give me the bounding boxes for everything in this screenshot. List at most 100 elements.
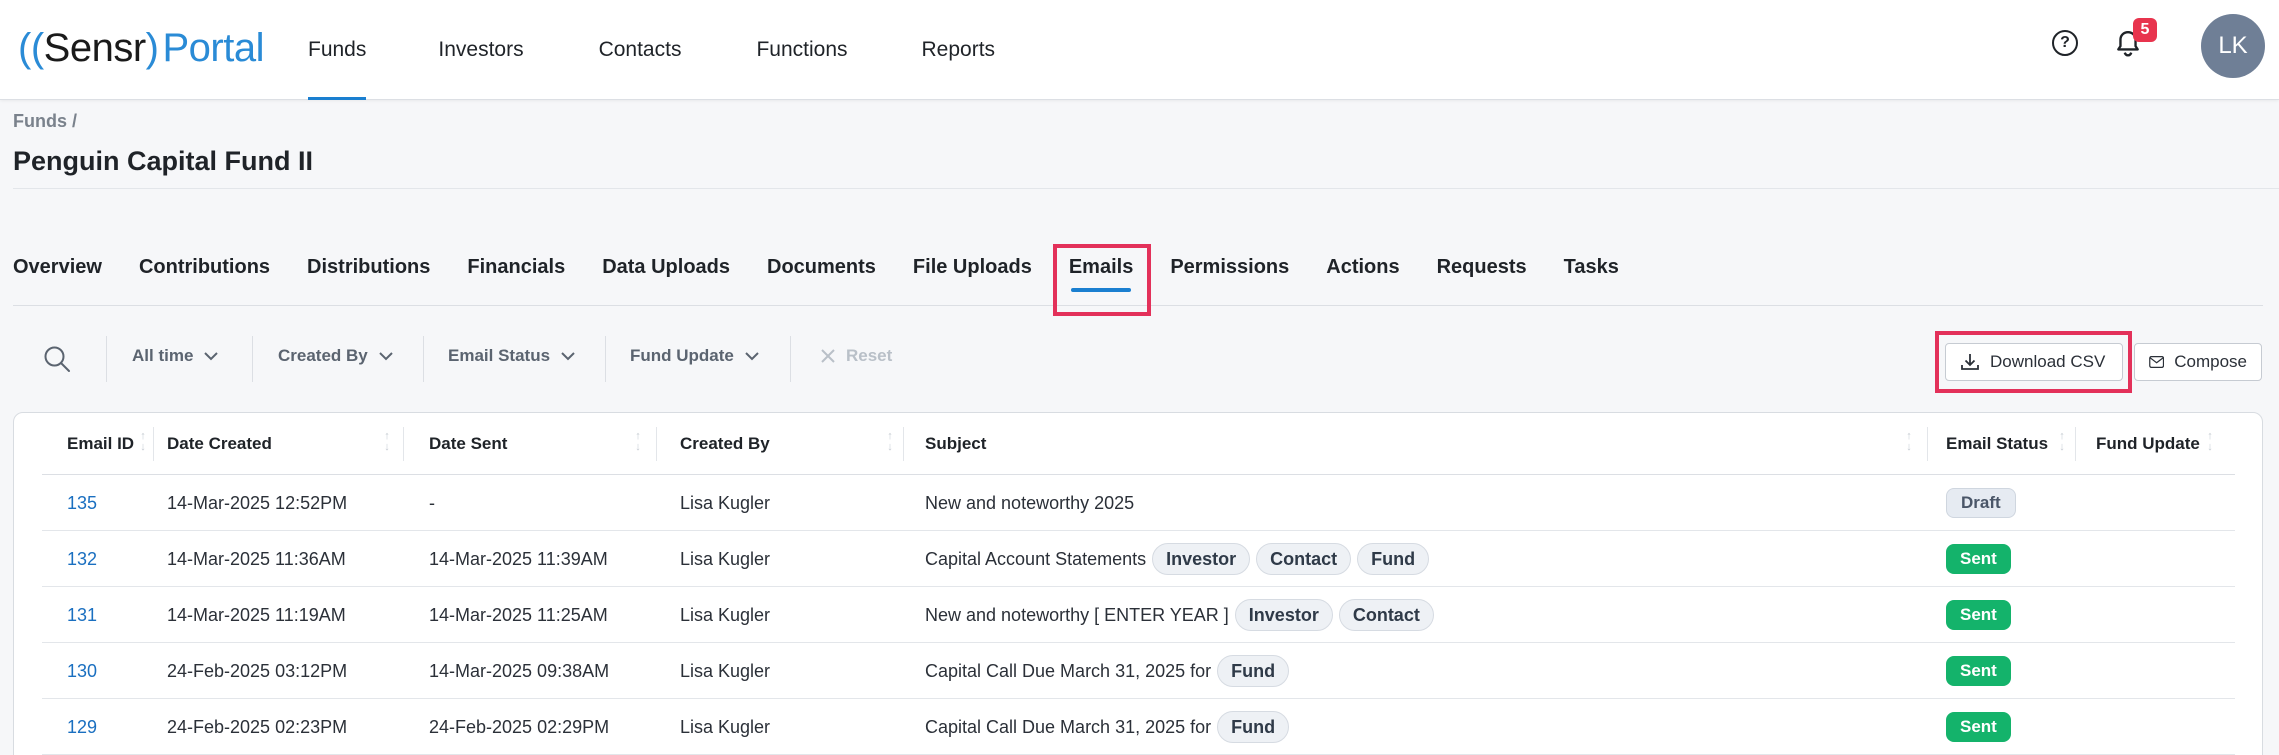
nav-item-investors[interactable]: Investors: [438, 0, 523, 100]
tab-actions[interactable]: Actions: [1326, 240, 1399, 292]
created-by-cell: Lisa Kugler: [680, 716, 771, 737]
sensr-portal-logo[interactable]: ((Sensr) Portal: [18, 18, 264, 78]
status-badge: Sent: [1946, 656, 2011, 686]
reset-filters-button[interactable]: Reset: [820, 346, 892, 366]
help-icon[interactable]: ?: [2052, 30, 2078, 56]
email-status-cell: Sent: [1946, 699, 2011, 755]
subject-text: New and noteworthy [ ENTER YEAR ]: [925, 604, 1229, 625]
email-id-link[interactable]: 131: [67, 587, 97, 643]
breadcrumb[interactable]: Funds /: [13, 111, 77, 132]
tab-requests[interactable]: Requests: [1437, 240, 1527, 292]
logo-close: ): [145, 25, 159, 70]
recipient-tag: Contact: [1256, 543, 1352, 575]
nav-item-funds[interactable]: Funds: [308, 0, 367, 100]
user-avatar[interactable]: LK: [2201, 14, 2265, 78]
tab-tasks[interactable]: Tasks: [1564, 240, 1619, 292]
sort-icon[interactable]: ↑ ↓: [138, 431, 148, 459]
status-badge: Sent: [1946, 600, 2011, 630]
created-by-filter-dropdown[interactable]: Created By: [278, 346, 394, 366]
tab-financials[interactable]: Financials: [467, 240, 565, 292]
notification-badge: 5: [2133, 18, 2157, 42]
emails-table: Email ID ↑ ↓ Date Created ↑ ↓ Date Sent ↑ ↓…: [13, 412, 2263, 755]
table-row[interactable]: 131 14-Mar-2025 11:19AM 14-Mar-2025 11:2…: [42, 587, 2235, 643]
table-row[interactable]: 129 24-Feb-2025 02:23PM 24-Feb-2025 02:2…: [42, 699, 2235, 755]
header-divider: [13, 188, 2279, 189]
tab-permissions[interactable]: Permissions: [1170, 240, 1289, 292]
filter-separator: [790, 336, 791, 382]
recipient-tag: Contact: [1338, 599, 1434, 631]
recipient-tag: Fund: [1217, 711, 1290, 743]
column-header-date-sent[interactable]: Date Sent: [429, 413, 507, 475]
sort-icon[interactable]: ↑ ↓: [633, 431, 643, 459]
column-separator: [153, 427, 154, 461]
created-by-cell: Lisa Kugler: [680, 604, 771, 625]
tab-data-uploads[interactable]: Data Uploads: [602, 240, 730, 292]
time-filter-dropdown[interactable]: All time: [132, 346, 219, 366]
column-header-email-status[interactable]: Email Status: [1946, 413, 2048, 475]
email-status-filter-dropdown[interactable]: Email Status: [448, 346, 576, 366]
sort-icon[interactable]: ↑ ↓: [885, 431, 895, 459]
subject-text: Capital Account Statements: [925, 548, 1147, 569]
date-created-cell: 24-Feb-2025 03:12PM: [167, 660, 348, 681]
subject-text: Capital Call Due March 31, 2025 for: [925, 716, 1212, 737]
reset-label: Reset: [846, 346, 893, 365]
search-icon[interactable]: [42, 344, 72, 374]
chevron-down-icon: [204, 352, 219, 361]
subject-cell[interactable]: New and noteworthy [ ENTER YEAR ] Invest…: [925, 587, 1434, 643]
sort-icon[interactable]: ↑ ↓: [2205, 431, 2215, 459]
status-badge: Sent: [1946, 544, 2011, 574]
tab-distributions[interactable]: Distributions: [307, 240, 430, 292]
recipient-tag: Fund: [1217, 655, 1290, 687]
column-header-date-created[interactable]: Date Created: [167, 413, 272, 475]
nav-item-reports[interactable]: Reports: [922, 0, 996, 100]
top-navbar: ((Sensr) Portal Funds Investors Contacts …: [0, 0, 2279, 100]
page-title: Penguin Capital Fund II: [13, 146, 313, 176]
email-status-cell: Sent: [1946, 587, 2011, 643]
subject-cell[interactable]: New and noteworthy 2025: [925, 475, 1134, 531]
column-header-created-by[interactable]: Created By: [680, 413, 770, 475]
compose-label: Compose: [2174, 352, 2247, 371]
subject-cell[interactable]: Capital Call Due March 31, 2025 for Fund: [925, 643, 1290, 699]
date-created-cell: 14-Mar-2025 11:19AM: [167, 604, 346, 625]
sort-icon[interactable]: ↑ ↓: [2057, 431, 2067, 459]
date-sent-cell: -: [429, 492, 435, 513]
sort-icon[interactable]: ↑ ↓: [1904, 431, 1914, 459]
chevron-down-icon: [379, 352, 393, 361]
fund-tabs: Overview Contributions Distributions Fin…: [13, 240, 1619, 306]
subject-cell[interactable]: Capital Call Due March 31, 2025 for Fund: [925, 699, 1290, 755]
email-status-cell: Draft: [1946, 475, 2016, 531]
mail-icon: [2149, 356, 2165, 368]
email-status-filter-label: Email Status: [448, 346, 551, 365]
created-by-cell: Lisa Kugler: [680, 548, 771, 569]
tab-contributions[interactable]: Contributions: [139, 240, 270, 292]
fund-update-filter-dropdown[interactable]: Fund Update: [630, 346, 760, 366]
fund-update-filter-label: Fund Update: [630, 346, 734, 365]
filter-separator: [423, 336, 424, 382]
column-header-subject[interactable]: Subject: [925, 413, 986, 475]
tab-documents[interactable]: Documents: [767, 240, 876, 292]
nav-item-contacts[interactable]: Contacts: [599, 0, 682, 100]
table-row[interactable]: 135 14-Mar-2025 12:52PM - Lisa Kugler Ne…: [42, 475, 2235, 531]
chevron-down-icon: [561, 352, 575, 361]
sort-icon[interactable]: ↑ ↓: [382, 431, 392, 459]
nav-item-functions[interactable]: Functions: [756, 0, 847, 100]
email-id-link[interactable]: 129: [67, 699, 97, 755]
column-header-fund-update[interactable]: Fund Update: [2096, 413, 2200, 475]
column-separator: [656, 427, 657, 461]
tab-overview[interactable]: Overview: [13, 240, 102, 292]
compose-button[interactable]: Compose: [2134, 343, 2262, 381]
table-row[interactable]: 130 24-Feb-2025 03:12PM 14-Mar-2025 09:3…: [42, 643, 2235, 699]
created-by-filter-label: Created By: [278, 346, 368, 365]
table-row[interactable]: 132 14-Mar-2025 11:36AM 14-Mar-2025 11:3…: [42, 531, 2235, 587]
column-header-email-id[interactable]: Email ID: [67, 413, 134, 475]
email-id-link[interactable]: 132: [67, 531, 97, 587]
date-created-cell: 14-Mar-2025 11:36AM: [167, 548, 346, 569]
subject-cell[interactable]: Capital Account Statements Investor Cont…: [925, 531, 1430, 587]
email-status-cell: Sent: [1946, 531, 2011, 587]
close-icon: [821, 349, 835, 363]
email-id-link[interactable]: 130: [67, 643, 97, 699]
logo-brand: Sensr: [43, 25, 147, 70]
email-id-link[interactable]: 135: [67, 475, 97, 531]
column-separator: [1927, 427, 1928, 461]
tab-file-uploads[interactable]: File Uploads: [913, 240, 1032, 292]
